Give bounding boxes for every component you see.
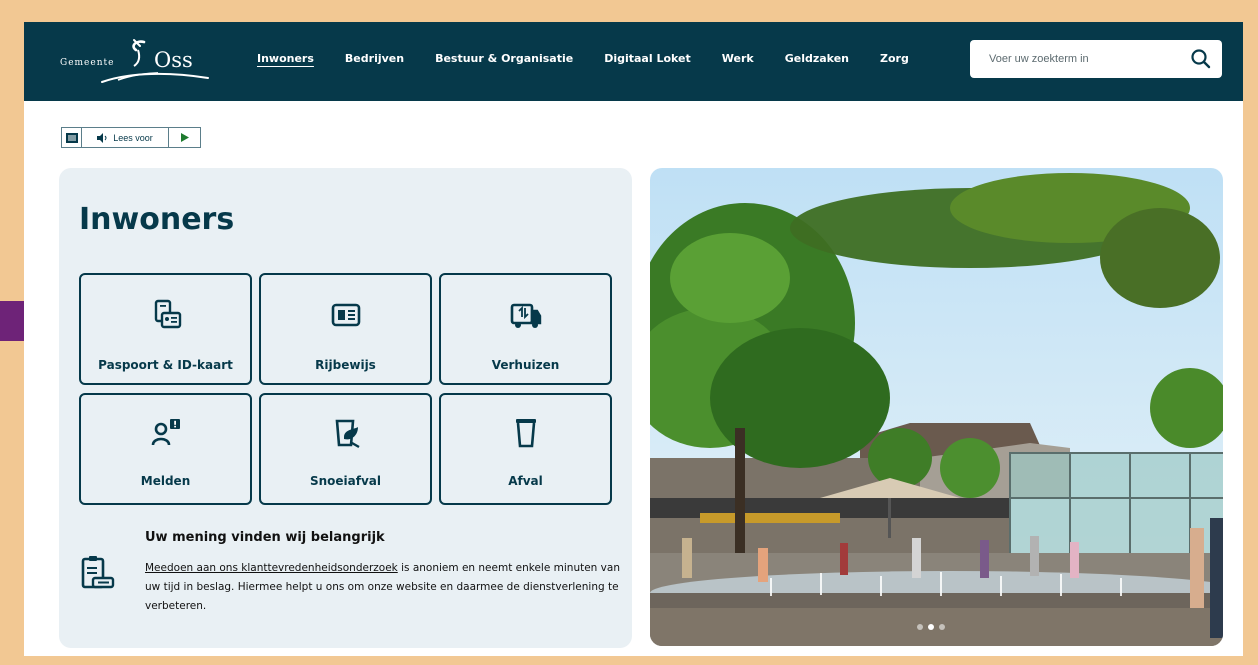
readspeaker-bar: Lees voor bbox=[61, 127, 201, 148]
logo-wave bbox=[101, 72, 209, 83]
nav-item-geldzaken[interactable]: Geldzaken bbox=[785, 52, 849, 65]
search-box bbox=[970, 40, 1222, 78]
garden-waste-icon bbox=[335, 419, 360, 449]
search-button[interactable] bbox=[1190, 48, 1212, 70]
nav-item-inwoners[interactable]: Inwoners bbox=[257, 52, 314, 65]
moving-truck-icon bbox=[510, 303, 541, 328]
tile-melden[interactable]: Melden bbox=[79, 393, 252, 505]
clipboard-icon bbox=[81, 556, 115, 589]
nav-item-bedrijven[interactable]: Bedrijven bbox=[345, 52, 404, 65]
town-square-photo bbox=[650, 168, 1223, 646]
survey-title: Uw mening vinden wij belangrijk bbox=[145, 530, 385, 545]
tile-afval[interactable]: Afval bbox=[439, 393, 612, 505]
tile-label: Snoeiafval bbox=[309, 474, 382, 488]
tile-label: Afval bbox=[508, 474, 543, 488]
browser-page: Gemeente Oss Inwoners Bedrijven Bestuur … bbox=[24, 22, 1243, 656]
tile-label: Paspoort & ID-kaart bbox=[98, 358, 233, 372]
passport-icon bbox=[154, 299, 181, 329]
nav-item-zorg[interactable]: Zorg bbox=[880, 52, 909, 65]
carousel-dot-2[interactable] bbox=[928, 624, 934, 630]
nav-item-bestuur-organisatie[interactable]: Bestuur & Organisatie bbox=[435, 52, 573, 65]
municipality-logo[interactable]: Gemeente Oss bbox=[60, 36, 210, 88]
hero-image bbox=[650, 168, 1223, 646]
search-input[interactable] bbox=[970, 40, 1180, 78]
driving-license-icon bbox=[331, 303, 360, 327]
inwoners-panel: Inwoners Paspoort & ID-kaart Rijbewijs V… bbox=[59, 168, 632, 648]
readspeaker-menu-button[interactable] bbox=[62, 128, 82, 147]
speaker-icon bbox=[97, 132, 107, 143]
survey-link[interactable]: Meedoen aan ons klanttevredenheidsonderz… bbox=[145, 562, 398, 574]
nav-item-werk[interactable]: Werk bbox=[722, 52, 754, 65]
carousel-dot-1[interactable] bbox=[917, 624, 923, 630]
tile-snoeiafval[interactable]: Snoeiafval bbox=[259, 393, 432, 505]
tile-label: Melden bbox=[140, 474, 191, 488]
search-icon bbox=[1191, 49, 1211, 69]
report-icon bbox=[151, 419, 180, 446]
waste-bin-icon bbox=[515, 419, 536, 448]
page-title: Inwoners bbox=[79, 202, 235, 237]
tile-label: Rijbewijs bbox=[315, 358, 376, 372]
tile-verhuizen[interactable]: Verhuizen bbox=[439, 273, 612, 385]
survey-text: Meedoen aan ons klanttevredenheidsonderz… bbox=[145, 559, 623, 616]
carousel-dot-3[interactable] bbox=[939, 624, 945, 630]
readspeaker-play-button[interactable] bbox=[169, 128, 200, 147]
menu-icon bbox=[65, 132, 78, 143]
carousel-dots bbox=[917, 624, 950, 630]
read-aloud-button[interactable]: Lees voor bbox=[82, 128, 169, 147]
main-nav: Inwoners Bedrijven Bestuur & Organisatie… bbox=[257, 52, 940, 65]
read-aloud-label: Lees voor bbox=[113, 132, 153, 143]
tile-rijbewijs[interactable]: Rijbewijs bbox=[259, 273, 432, 385]
tile-label: Verhuizen bbox=[491, 358, 560, 372]
play-icon bbox=[180, 133, 189, 142]
nav-item-digitaal-loket[interactable]: Digitaal Loket bbox=[604, 52, 691, 65]
site-header: Gemeente Oss Inwoners Bedrijven Bestuur … bbox=[24, 22, 1243, 101]
tile-paspoort-id-kaart[interactable]: Paspoort & ID-kaart bbox=[79, 273, 252, 385]
